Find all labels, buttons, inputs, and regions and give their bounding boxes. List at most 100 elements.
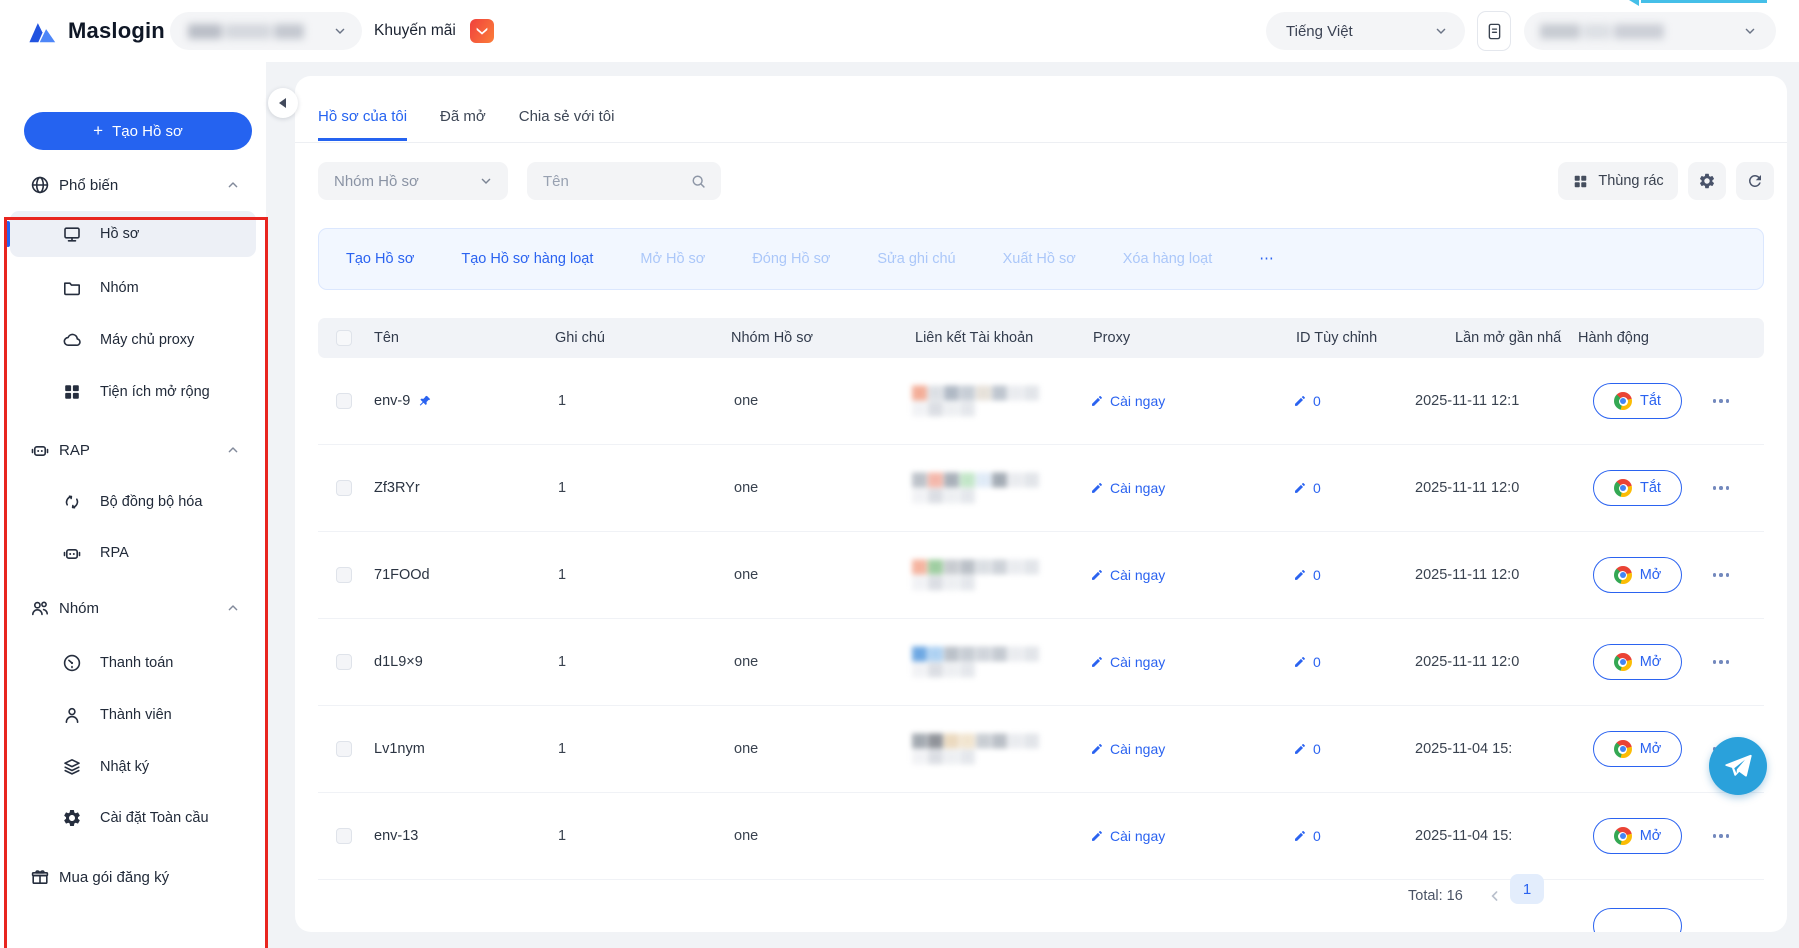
row-checkbox[interactable] [336, 654, 352, 670]
pencil-icon [1293, 481, 1307, 495]
mosaic-cell [1008, 559, 1023, 575]
create-profile-button[interactable]: + Tạo Hồ sơ [24, 112, 252, 150]
row-checkbox[interactable] [336, 480, 352, 496]
proxy-setup-link[interactable]: Cài ngay [1090, 741, 1165, 757]
sidebar-item-sync-6[interactable]: Bộ đồng bộ hóa [10, 479, 256, 525]
custom-id-link[interactable]: 0 [1293, 393, 1321, 409]
row-more-button[interactable] [1710, 392, 1732, 410]
refresh-button[interactable] [1736, 162, 1774, 200]
sidebar-item-team-8[interactable]: Nhóm [10, 585, 256, 631]
custom-id-link[interactable]: 0 [1293, 741, 1321, 757]
group-filter-select[interactable]: Nhóm Hồ sơ [318, 162, 508, 200]
mosaic-cell [960, 559, 975, 575]
pin-icon [417, 394, 432, 409]
open-close-profile-button[interactable]: Tắt [1593, 470, 1682, 506]
mosaic-cell [1024, 646, 1039, 662]
proxy-setup-link[interactable]: Cài ngay [1090, 393, 1165, 409]
action-7[interactable]: ⋯ [1259, 251, 1274, 267]
tab-0[interactable]: Hồ sơ của tôi [318, 108, 408, 141]
note-cell: 1 [558, 828, 567, 844]
language-select[interactable]: Tiếng Việt [1266, 12, 1465, 50]
mosaic-cell [992, 472, 1007, 488]
promo-link[interactable]: Khuyến mãi [374, 0, 494, 62]
mosaic-cell [928, 646, 943, 662]
sidebar-item-gear-12[interactable]: Cài đặt Toàn cầu [10, 795, 256, 841]
telegram-float-button[interactable] [1709, 737, 1767, 795]
table-row-d1L9×9: d1L9×9 1 one Cài ngay 0 2025-11-11 12:0 Mở [318, 619, 1764, 706]
mosaic-cell [960, 385, 975, 401]
group-cell: one [734, 828, 759, 844]
action-0[interactable]: Tạo Hồ sơ [346, 251, 414, 267]
row-more-button[interactable] [1710, 479, 1732, 497]
sidebar-item-globe-0[interactable]: Phổ biến [10, 162, 256, 208]
row-checkbox[interactable] [336, 828, 352, 844]
sidebar-item-grid-4[interactable]: Tiện ích mở rộng [10, 369, 256, 415]
tab-2[interactable]: Chia sẻ với tôi [519, 108, 615, 141]
custom-id-link[interactable]: 0 [1293, 480, 1321, 496]
profile-name: 71FOOd [374, 567, 430, 583]
custom-id-value: 0 [1313, 567, 1321, 583]
chevron-down-icon [1433, 23, 1449, 39]
pagination-total: Total: 16 [1408, 888, 1463, 904]
open-close-profile-button[interactable]: Tắt [1593, 383, 1682, 419]
chevron-up-icon [225, 177, 241, 193]
proxy-setup-link[interactable]: Cài ngay [1090, 654, 1165, 670]
profile-name-cell: Zf3RYr [374, 480, 420, 496]
sidebar-item-label: Thành viên [100, 707, 172, 723]
sidebar-item-monitor-1[interactable]: Hồ sơ [6, 211, 256, 257]
sidebar-collapse-button[interactable] [268, 88, 298, 118]
sidebar-item-layers-11[interactable]: Nhật ký [10, 744, 256, 790]
row-checkbox[interactable] [336, 393, 352, 409]
pagination-prev-button[interactable] [1484, 885, 1506, 907]
table-body: env-9 1 one Cài ngay 0 2025-11-11 12:1 Tắt Zf3R… [318, 358, 1764, 880]
sidebar-item-robot-5[interactable]: RAP [10, 427, 256, 473]
chrome-icon [1613, 740, 1632, 758]
linked-account-redacted [912, 385, 1044, 417]
tab-1[interactable]: Đã mở [440, 108, 486, 141]
select-all-checkbox[interactable] [336, 330, 352, 346]
row-more-button[interactable] [1710, 827, 1732, 845]
custom-id-link[interactable]: 0 [1293, 567, 1321, 583]
sidebar-item-person-10[interactable]: Thành viên [10, 692, 256, 738]
docs-button[interactable] [1477, 11, 1511, 51]
sidebar-item-gauge-9[interactable]: Thanh toán [10, 640, 256, 686]
action-1[interactable]: Tạo Hồ sơ hàng loạt [461, 251, 593, 267]
proxy-setup-link[interactable]: Cài ngay [1090, 480, 1165, 496]
row-checkbox[interactable] [336, 567, 352, 583]
open-close-profile-button[interactable]: Mở [1593, 818, 1682, 854]
row-more-button[interactable] [1710, 566, 1732, 584]
custom-id-link[interactable]: 0 [1293, 654, 1321, 670]
row-more-button[interactable] [1710, 653, 1732, 671]
folder-icon [62, 278, 82, 298]
sidebar-item-label: Nhật ký [100, 759, 150, 775]
sidebar-item-robot-7[interactable]: RPA [10, 530, 256, 576]
pagination-page-1[interactable]: 1 [1510, 874, 1544, 904]
open-close-profile-button[interactable]: Mở [1593, 731, 1682, 767]
custom-id-link[interactable]: 0 [1293, 828, 1321, 844]
workspace-select[interactable] [170, 12, 362, 50]
mosaic-cell [960, 749, 975, 765]
settings-button[interactable] [1688, 162, 1726, 200]
row-checkbox[interactable] [336, 741, 352, 757]
chrome-icon [1614, 479, 1633, 497]
trash-button[interactable]: Thùng rác [1558, 162, 1678, 200]
name-search-input[interactable]: Tên [527, 162, 721, 200]
last-opened-cell: 2025-11-11 12:1 [1415, 393, 1520, 409]
chevron-down-icon [332, 23, 348, 39]
user-account-select[interactable] [1524, 12, 1776, 50]
column-header-3: Liên kết Tài khoản [915, 330, 1034, 346]
mosaic-cell [944, 559, 959, 575]
open-close-profile-button[interactable]: Mở [1593, 557, 1682, 593]
sidebar-item-cloud-3[interactable]: Máy chủ proxy [10, 317, 256, 363]
sidebar-item-gift-13[interactable]: Mua gói đăng ký [10, 854, 256, 900]
last-opened-cell: 2025-11-11 12:0 [1415, 654, 1520, 670]
top-header: Maslogin Khuyến mãi Tiếng Việt [0, 0, 1799, 62]
sidebar-item-folder-2[interactable]: Nhóm [10, 265, 256, 311]
grid-icon [1572, 173, 1589, 190]
proxy-setup-link[interactable]: Cài ngay [1090, 567, 1165, 583]
table-row-env-13: env-13 1 one Cài ngay 0 2025-11-04 15: Mở [318, 793, 1764, 880]
column-header-0: Tên [374, 330, 399, 346]
open-close-label: Mở [1639, 828, 1662, 844]
proxy-setup-link[interactable]: Cài ngay [1090, 828, 1165, 844]
open-close-profile-button[interactable]: Mở [1593, 644, 1682, 680]
